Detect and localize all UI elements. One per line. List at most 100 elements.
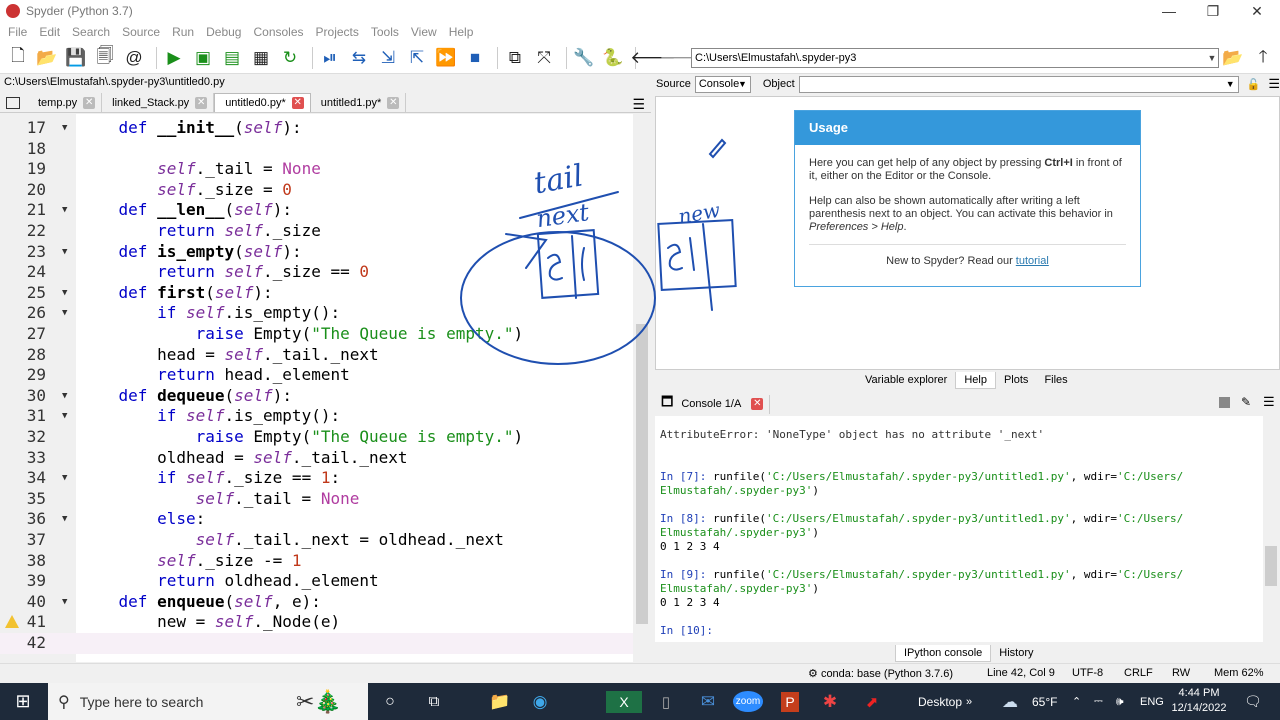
stop-icon[interactable] — [1219, 397, 1230, 408]
fold-chevron-icon[interactable]: ▼ — [62, 200, 67, 221]
code-line[interactable]: 40 ▼ def enqueue(self, e): — [0, 592, 633, 613]
rerun-icon[interactable]: ↻ — [278, 46, 302, 70]
code-line[interactable]: 25 ▼ def first(self): — [0, 283, 633, 304]
zoom-icon[interactable]: zoom — [730, 683, 766, 720]
fold-chevron-icon[interactable]: ▼ — [62, 303, 67, 324]
run-cell-icon[interactable]: ▣ — [191, 46, 215, 70]
edge-icon[interactable]: ◉ — [522, 683, 558, 720]
file-explorer-icon[interactable]: 📁 — [482, 683, 518, 720]
working-directory-input[interactable]: C:\Users\Elmustafah\.spyder-py3 — [691, 48, 1219, 68]
step-icon[interactable]: ⇆ — [347, 46, 371, 70]
step-into-icon[interactable]: ⇲ — [376, 46, 400, 70]
chevron-up-icon[interactable]: » — [966, 683, 972, 720]
tab-temp[interactable]: temp.py ✕ — [28, 93, 103, 112]
excel-icon[interactable]: X — [606, 691, 642, 713]
code-line[interactable]: 24 return self._size == 0 — [0, 262, 633, 283]
powerpoint-icon[interactable]: P — [772, 683, 808, 720]
code-line[interactable]: 19 self._tail = None — [0, 159, 633, 180]
fullscreen-icon[interactable]: ⤧ — [532, 46, 556, 70]
weather-cloud-icon[interactable]: ☁ — [1002, 683, 1018, 720]
tab-history[interactable]: History — [991, 645, 1041, 661]
code-line[interactable]: 23 ▼ def is_empty(self): — [0, 242, 633, 263]
menu-view[interactable]: View — [407, 25, 445, 39]
maximize-button[interactable]: ❐ — [1190, 0, 1236, 22]
acrobat-icon[interactable]: ⬈ — [854, 683, 890, 720]
tab-variable-explorer[interactable]: Variable explorer — [857, 372, 955, 388]
code-line[interactable]: 30 ▼ def dequeue(self): — [0, 386, 633, 407]
eraser-icon[interactable]: ✎ — [1241, 395, 1251, 409]
open-folder-icon[interactable]: 📂 — [35, 46, 59, 70]
fold-chevron-icon[interactable]: ▼ — [62, 406, 67, 427]
close-icon[interactable]: ✕ — [83, 96, 96, 109]
menu-edit[interactable]: Edit — [35, 25, 68, 39]
console-tab[interactable]: Console 1/A ✕ — [681, 394, 771, 414]
run-cell-advance-icon[interactable]: ▤ — [220, 46, 244, 70]
code-line[interactable]: 34 ▼ if self._size == 1: — [0, 468, 633, 489]
console-scrollbar[interactable] — [1263, 416, 1280, 642]
menu-projects[interactable]: Projects — [312, 25, 367, 39]
weather-temp[interactable]: 65°F — [1032, 683, 1057, 720]
hamburger-menu-icon[interactable]: ☰ — [632, 96, 645, 113]
menu-help[interactable]: Help — [445, 25, 482, 39]
close-button[interactable]: ✕ — [1234, 0, 1280, 22]
tab-help[interactable]: Help — [955, 371, 996, 389]
maximize-pane-icon[interactable]: ⧉ — [503, 46, 527, 70]
menu-search[interactable]: Search — [68, 25, 118, 39]
code-line[interactable]: 35 self._tail = None — [0, 489, 633, 510]
code-line[interactable]: 18 — [0, 139, 633, 160]
hamburger-menu-icon[interactable]: ☰ — [1263, 394, 1275, 410]
tab-linked-stack[interactable]: linked_Stack.py ✕ — [102, 93, 215, 112]
code-line[interactable]: 28 head = self._tail._next — [0, 345, 633, 366]
fold-chevron-icon[interactable]: ▼ — [62, 592, 67, 613]
network-icon[interactable]: ⎓ — [1094, 683, 1103, 720]
menu-consoles[interactable]: Consoles — [249, 25, 311, 39]
scrollbar-thumb[interactable] — [1265, 546, 1277, 586]
code-line[interactable]: 27 raise Empty("The Queue is empty.") — [0, 324, 633, 345]
code-line[interactable]: 17 ▼ def __init__(self): — [0, 118, 633, 139]
close-icon[interactable]: ✕ — [195, 96, 208, 109]
desktop-toolbar[interactable]: Desktop — [918, 683, 962, 720]
code-line[interactable]: 36 ▼ else: — [0, 509, 633, 530]
run-icon[interactable]: ▶ — [162, 46, 186, 70]
hamburger-menu-icon[interactable]: ☰ — [1268, 76, 1280, 92]
task-view-icon[interactable]: ⧉ — [416, 683, 452, 720]
mail-icon[interactable]: ✉ — [690, 683, 726, 720]
lock-icon[interactable]: 🔓 — [1247, 78, 1261, 91]
close-icon[interactable]: ✕ — [291, 97, 304, 109]
notification-icon[interactable]: 🗨 — [1244, 683, 1262, 720]
tab-plots[interactable]: Plots — [996, 372, 1036, 388]
code-editor[interactable]: 17 ▼ def __init__(self): 18 19 self._tail =… — [0, 114, 633, 662]
step-return-icon[interactable]: ⇱ — [405, 46, 429, 70]
stop-icon[interactable]: ■ — [463, 46, 487, 70]
fold-chevron-icon[interactable]: ▼ — [62, 283, 67, 304]
volume-icon[interactable]: 🕪 — [1116, 683, 1124, 720]
code-line[interactable]: 33 oldhead = self._tail._next — [0, 448, 633, 469]
close-icon[interactable]: ✕ — [751, 398, 764, 410]
continue-icon[interactable]: ⏩ — [434, 46, 458, 70]
tab-ipython-console[interactable]: IPython console — [895, 644, 992, 662]
language-indicator[interactable]: ENG — [1140, 683, 1164, 720]
code-line[interactable]: 21 ▼ def __len__(self): — [0, 200, 633, 221]
code-line[interactable]: 42 — [0, 633, 633, 654]
fold-chevron-icon[interactable]: ▼ — [62, 386, 67, 407]
taskbar-search[interactable]: ⚲ Type here to search ✂🎄 — [48, 683, 368, 720]
fold-chevron-icon[interactable]: ▼ — [62, 509, 67, 530]
tutorial-link[interactable]: tutorial — [1016, 255, 1049, 267]
debug-icon[interactable]: ⏯ — [318, 46, 342, 70]
python-path-icon[interactable]: 🐍 — [601, 46, 625, 70]
menu-debug[interactable]: Debug — [202, 25, 249, 39]
editor-scrollbar[interactable] — [633, 114, 651, 662]
code-line[interactable]: 39 return oldhead._element — [0, 571, 633, 592]
code-line[interactable]: 26 ▼ if self.is_empty(): — [0, 303, 633, 324]
code-line[interactable]: 41 new = self._Node(e) — [0, 612, 633, 633]
spyder-taskbar-icon[interactable]: ✱ — [812, 683, 848, 720]
preferences-icon[interactable]: 🔧 — [572, 46, 596, 70]
document-icon[interactable]: ▯ — [648, 683, 684, 720]
code-line[interactable]: 32 raise Empty("The Queue is empty.") — [0, 427, 633, 448]
tab-untitled1[interactable]: untitled1.py* ✕ — [311, 93, 407, 112]
code-line[interactable]: 38 self._size -= 1 — [0, 551, 633, 572]
tab-untitled0[interactable]: untitled0.py* ✕ — [214, 93, 311, 112]
save-all-icon[interactable]: 🗐 — [93, 46, 117, 70]
scrollbar-thumb[interactable] — [636, 324, 648, 624]
minimize-button[interactable]: — — [1146, 0, 1192, 22]
